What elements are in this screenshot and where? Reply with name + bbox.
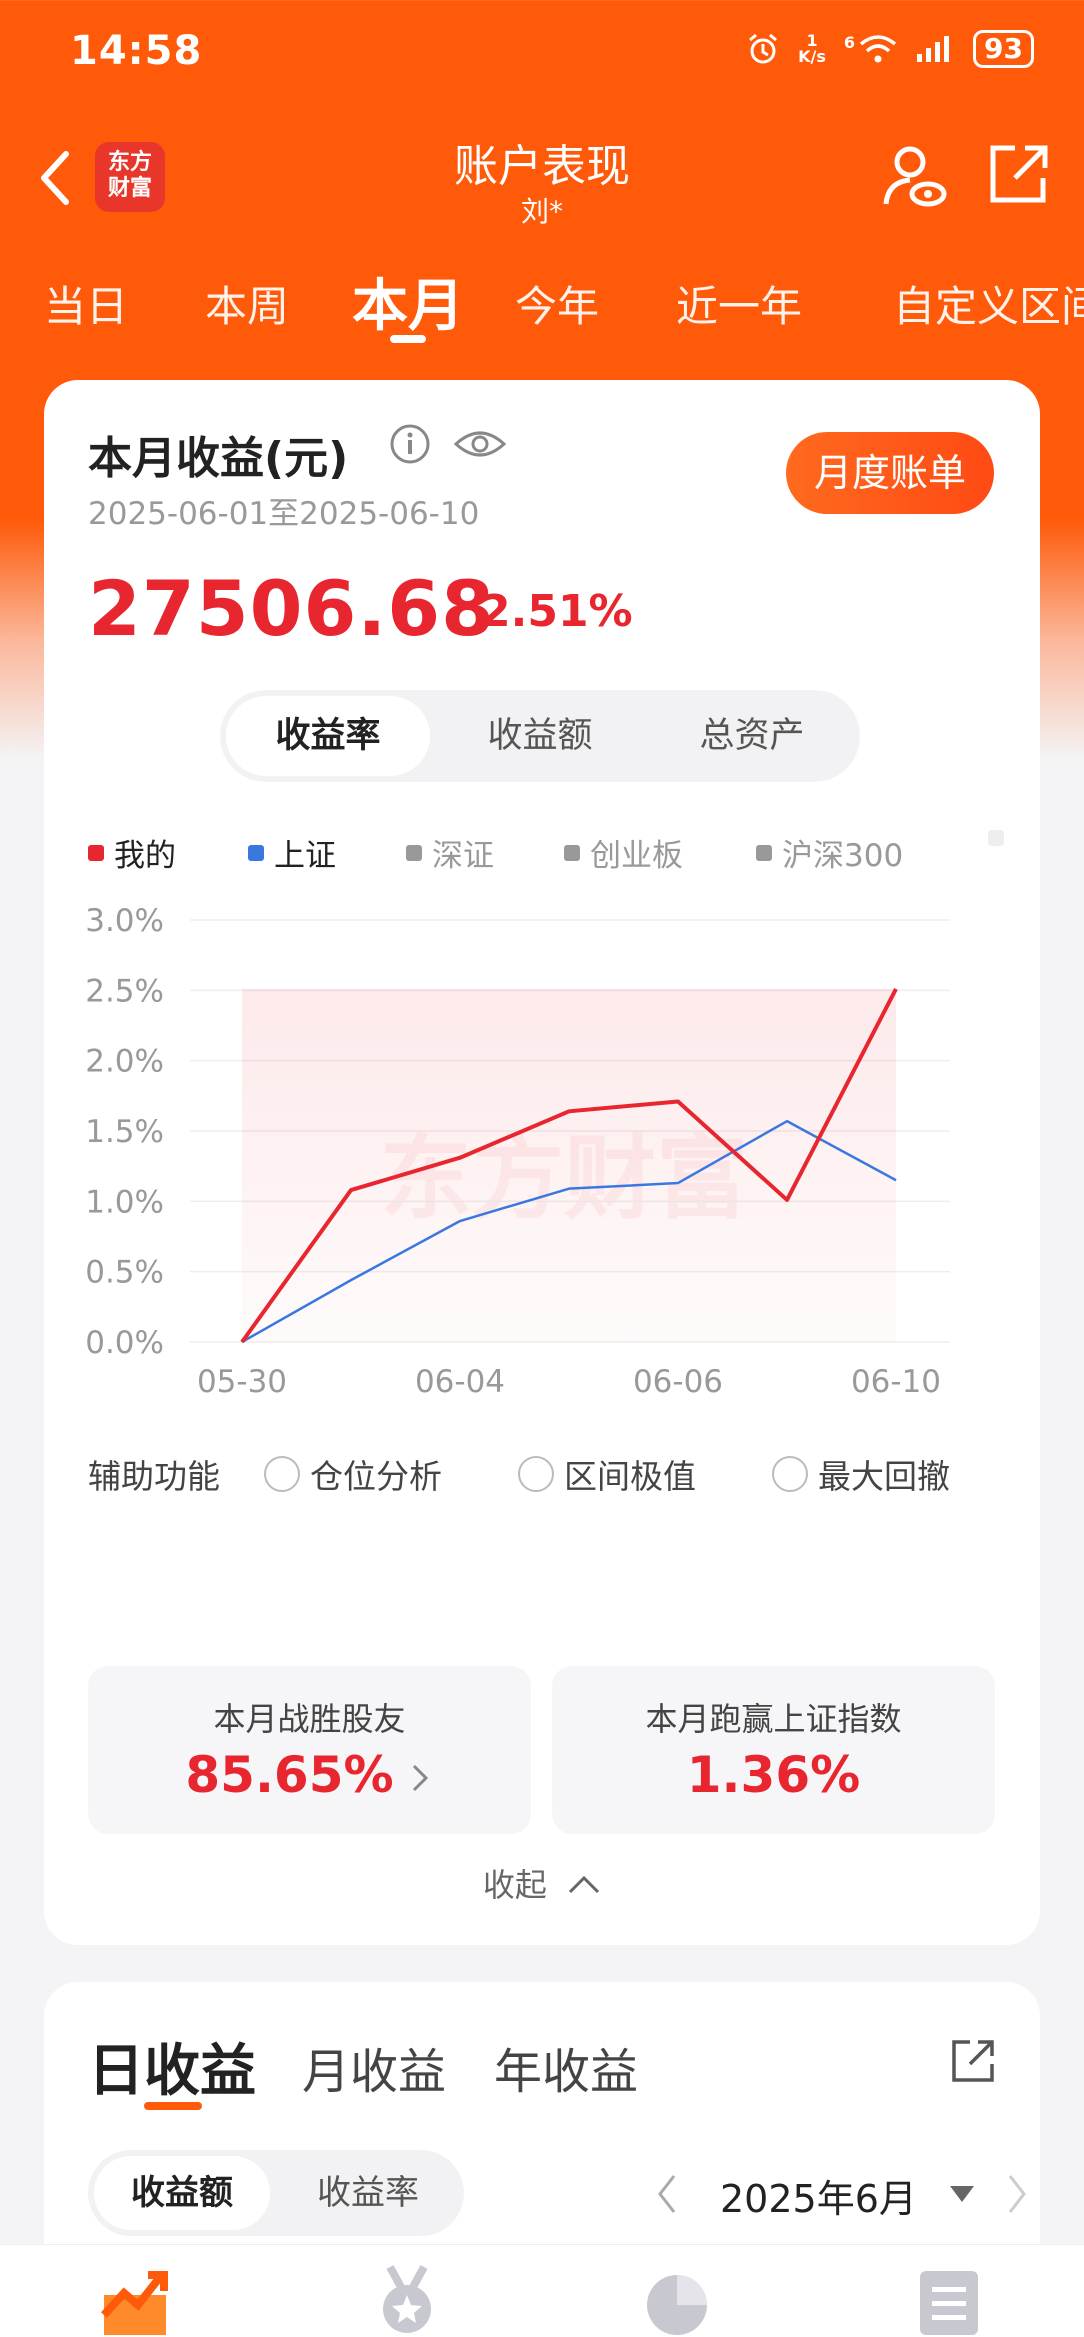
metric-tab-return-amount[interactable]: 收益额 xyxy=(438,696,642,776)
y-tick-label: 0.0% xyxy=(85,1325,164,1361)
x-tick-label: 06-10 xyxy=(851,1364,941,1400)
tab-monthly-profit[interactable]: 月收益 xyxy=(302,2032,446,2102)
metric-tab-return-rate[interactable]: 收益率 xyxy=(226,696,430,776)
net-speed: 1 K/s xyxy=(798,31,826,66)
tab-daily-profit[interactable]: 日收益 xyxy=(88,2026,256,2107)
range-tab-indicator xyxy=(390,335,426,343)
user-eye-icon[interactable] xyxy=(880,142,950,212)
stat-beat-peers[interactable]: 本月战胜股友 85.65% xyxy=(88,1666,531,1834)
trend-icon[interactable] xyxy=(100,2265,170,2335)
x-tick-label: 06-04 xyxy=(415,1364,505,1400)
legend-dot xyxy=(756,844,772,861)
profit-amount: 27506.68 xyxy=(88,564,496,653)
radio xyxy=(264,1456,300,1492)
stat-beat-shanghai-index: 本月跑赢上证指数 1.36% xyxy=(552,1666,995,1834)
stat-value: 85.65% xyxy=(185,1746,394,1804)
tab-yearly-profit[interactable]: 年收益 xyxy=(494,2032,638,2102)
legend-shanghai[interactable]: 上证 xyxy=(248,830,336,875)
profit-rate: 2.51% xyxy=(480,586,633,637)
status-bar: 14:58 1 K/s 6 93 xyxy=(0,0,1084,110)
aux-label: 辅助功能 xyxy=(88,1457,220,1496)
y-tick-label: 3.0% xyxy=(85,903,164,939)
month-label[interactable]: 2025年6月 xyxy=(720,2168,917,2223)
month-picker: 2025年6月 xyxy=(604,2150,1026,2236)
legend-csi300[interactable]: 沪深300 xyxy=(756,830,903,875)
stat-label: 本月跑赢上证指数 xyxy=(645,1700,902,1738)
pie-chart-icon[interactable] xyxy=(642,2265,712,2335)
medal-icon[interactable] xyxy=(372,2265,442,2335)
series-area-fill xyxy=(242,988,896,1342)
metric-tab-total-assets[interactable]: 总资产 xyxy=(650,696,854,776)
monthly-bill-button[interactable]: 月度账单 xyxy=(786,432,994,514)
tab-last-year[interactable]: 近一年 xyxy=(676,273,802,334)
battery-indicator: 93 xyxy=(973,30,1034,68)
y-tick-label: 0.5% xyxy=(85,1255,164,1291)
value-tab-amount[interactable]: 收益额 xyxy=(94,2156,270,2230)
chevron-up-icon xyxy=(569,1875,600,1894)
tab-custom-range[interactable]: 自定义区间 xyxy=(893,273,1084,334)
info-icon[interactable] xyxy=(388,422,432,466)
eye-icon[interactable] xyxy=(452,422,508,466)
value-tab-rate[interactable]: 收益率 xyxy=(280,2156,456,2230)
y-tick-label: 2.5% xyxy=(85,973,164,1009)
signal-icon xyxy=(917,36,950,62)
y-tick-label: 1.5% xyxy=(85,1114,164,1150)
aux-option-range-extremes[interactable]: 区间极值 xyxy=(518,1450,696,1498)
share-icon[interactable] xyxy=(985,142,1051,208)
aux-option-max-drawdown[interactable]: 最大回撤 xyxy=(772,1450,950,1498)
x-tick-label: 06-06 xyxy=(633,1364,723,1400)
value-segmented-control: 收益额 收益率 xyxy=(88,2150,464,2236)
x-tick-label: 05-30 xyxy=(197,1364,287,1400)
chart-legend: 我的 上证 深证 创业板 沪深300 xyxy=(88,830,1008,880)
status-icons: 1 K/s 6 93 xyxy=(746,30,1034,68)
legend-chinext[interactable]: 创业板 xyxy=(564,830,683,875)
export-icon[interactable] xyxy=(948,2036,998,2086)
performance-card: 本月收益(元) 2025-06-01至2025-06-10 月度账单 27506… xyxy=(44,380,1040,1945)
period-tab-indicator xyxy=(144,2102,202,2110)
status-time: 14:58 xyxy=(70,28,203,74)
aux-functions: 辅助功能 仓位分析 区间极值 最大回撤 xyxy=(88,1446,1008,1500)
wifi-label: 6 xyxy=(843,32,856,52)
tab-this-month[interactable]: 本月 xyxy=(352,261,464,342)
chevron-right-icon[interactable] xyxy=(1004,2172,1030,2216)
stat-value: 1.36% xyxy=(686,1746,861,1804)
legend-mine[interactable]: 我的 xyxy=(88,830,176,875)
caret-down-icon[interactable] xyxy=(948,2184,976,2204)
collapse-button[interactable]: 收起 xyxy=(44,1860,1040,1906)
y-tick-label: 2.0% xyxy=(85,1044,164,1080)
wifi-icon xyxy=(859,35,897,63)
date-range: 2025-06-01至2025-06-10 xyxy=(88,496,480,532)
stat-label: 本月战胜股友 xyxy=(213,1700,406,1738)
legend-dot xyxy=(88,844,104,861)
return-line-chart: 东方财富0.0%0.5%1.0%1.5%2.0%2.5%3.0%05-3006-… xyxy=(85,903,950,1400)
tab-this-year[interactable]: 今年 xyxy=(515,273,599,334)
legend-more-fade xyxy=(988,830,1004,846)
legend-dot xyxy=(248,844,264,861)
chevron-left-icon[interactable] xyxy=(654,2172,680,2216)
range-tabs: 当日 本周 本月 今年 近一年 自定义区间 xyxy=(0,255,1084,355)
tab-this-week[interactable]: 本周 xyxy=(205,273,289,334)
metric-segmented-control: 收益率 收益额 总资产 xyxy=(220,690,860,782)
radio xyxy=(772,1456,808,1492)
y-tick-label: 1.0% xyxy=(85,1184,164,1220)
profit-title: 本月收益(元) xyxy=(88,433,349,484)
legend-dot xyxy=(406,844,422,861)
legend-dot xyxy=(564,844,580,861)
alarm-icon xyxy=(749,33,778,64)
legend-shenzhen[interactable]: 深证 xyxy=(406,830,494,875)
bottom-tab-bar xyxy=(0,2244,1084,2337)
list-icon[interactable] xyxy=(914,2265,984,2335)
chevron-right-icon xyxy=(412,1764,429,1792)
tab-today[interactable]: 当日 xyxy=(44,273,128,334)
nav-bar: 东方 财富 账户表现 刘* xyxy=(0,120,1084,240)
aux-option-position-analysis[interactable]: 仓位分析 xyxy=(264,1450,442,1498)
radio xyxy=(518,1456,554,1492)
